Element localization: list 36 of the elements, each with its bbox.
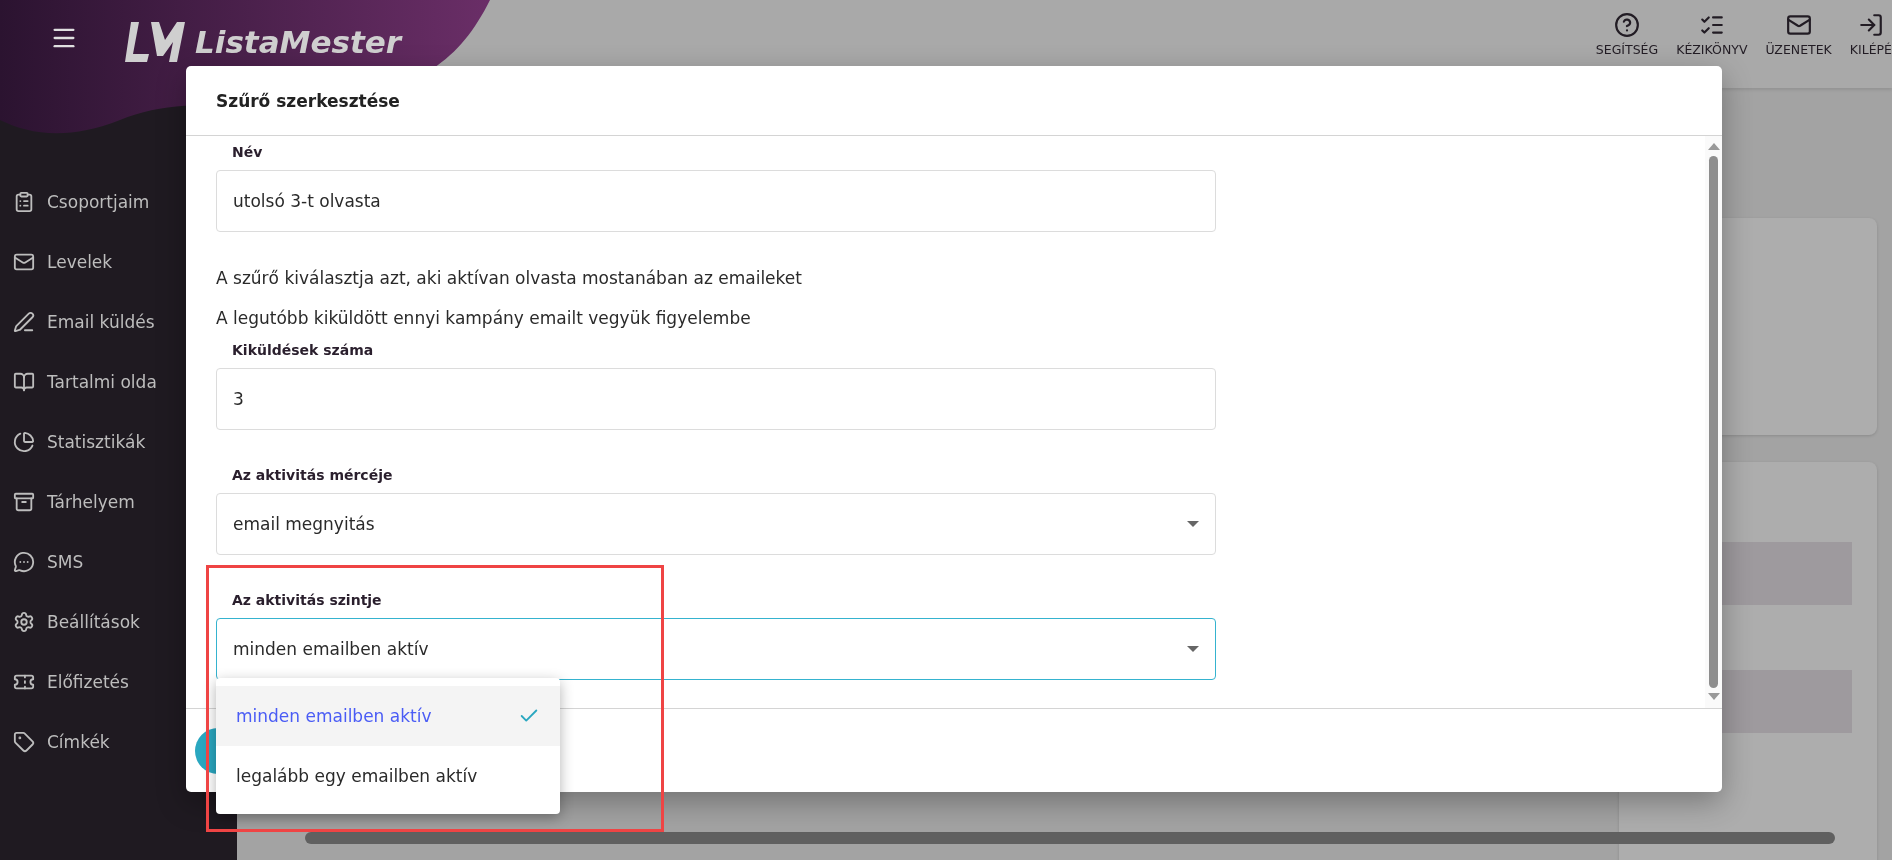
sidebar-item-icon: [13, 191, 35, 213]
sidebar-item-icon: [13, 551, 35, 573]
sidebar-item-icon: [13, 251, 35, 273]
field-label: Az aktivitás mércéje: [231, 466, 394, 485]
sidebar-item-icon: [13, 491, 35, 513]
scroll-up-icon[interactable]: [1707, 142, 1720, 152]
dropdown-option[interactable]: minden emailben aktív: [216, 686, 560, 746]
header-action[interactable]: KÉZIKÖNYV: [1676, 12, 1748, 57]
header-action-icon: [1785, 12, 1812, 38]
sidebar-item-icon: [13, 311, 35, 333]
brand-name: ListaMester: [195, 24, 402, 60]
header-action[interactable]: KILÉPÉ: [1849, 12, 1892, 57]
field-label: Név: [231, 143, 264, 162]
header-action[interactable]: ÜZENETEK: [1765, 12, 1832, 57]
dialog-title: Szűrő szerkesztése: [186, 66, 1722, 136]
sidebar-item-icon: [13, 431, 35, 453]
input-field[interactable]: utolsó 3-t olvasta: [216, 170, 1216, 232]
description-text: A legutóbb kiküldött ennyi kampány emailt vegyük figyelembe: [216, 307, 752, 330]
sidebar-item-icon: [13, 731, 35, 753]
header-action[interactable]: SEGÍTSÉG: [1595, 12, 1659, 57]
dropdown-option[interactable]: legalább egy emailben aktív: [216, 746, 560, 806]
logo-mark-icon: [125, 20, 185, 64]
select-field[interactable]: email megnyitás: [216, 493, 1216, 555]
horizontal-scrollbar[interactable]: [305, 832, 1835, 844]
scroll-down-icon[interactable]: [1707, 692, 1720, 702]
header-action-icon: [1614, 12, 1640, 38]
field-label: Az aktivitás szintje: [231, 591, 383, 610]
description-text: A szűrő kiválasztja azt, aki aktívan olvasta mostanában az emaileket: [216, 267, 803, 290]
sidebar-item-icon: [13, 371, 35, 393]
vertical-scrollbar[interactable]: [1705, 136, 1722, 708]
header-action-icon: [1857, 12, 1884, 38]
field-label: Kiküldések száma: [231, 341, 375, 360]
sidebar-item-icon: [13, 611, 35, 633]
caret-icon: [1187, 646, 1199, 652]
input-field[interactable]: 3: [216, 368, 1216, 430]
caret-icon: [1187, 521, 1199, 527]
